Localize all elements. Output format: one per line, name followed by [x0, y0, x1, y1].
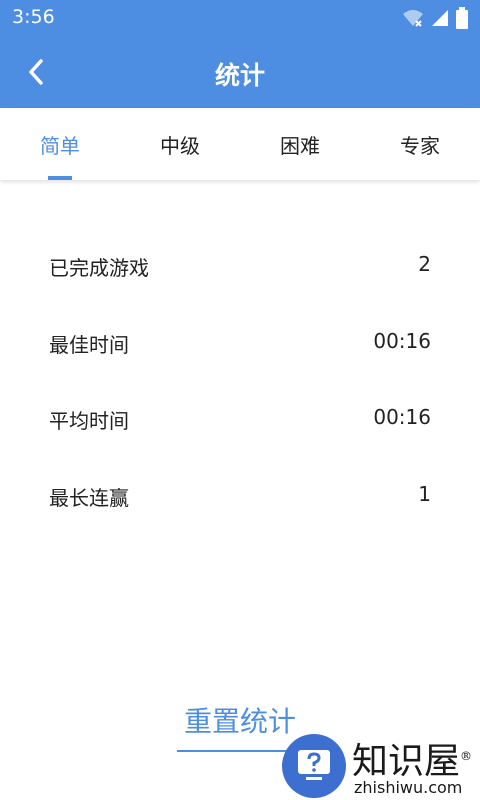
- stat-label: 最长连赢: [49, 485, 129, 510]
- watermark-logo-icon: [282, 734, 346, 798]
- stat-label: 平均时间: [49, 409, 129, 433]
- stat-label: 已完成游戏: [49, 256, 149, 280]
- watermark-site: zhishiwu.com: [354, 778, 463, 797]
- tab-label: 简单: [40, 133, 80, 158]
- stat-games-completed: 已完成游戏 2: [0, 226, 480, 303]
- tab-label: 专家: [400, 133, 440, 158]
- tab-easy[interactable]: 简单: [0, 108, 120, 180]
- tab-medium[interactable]: 中级: [120, 108, 240, 180]
- stat-value: 00:16: [373, 405, 431, 429]
- tab-label: 困难: [280, 133, 320, 158]
- stat-average-time: 平均时间 00:16: [0, 379, 480, 456]
- tab-hard[interactable]: 困难: [240, 108, 360, 180]
- tab-label: 中级: [160, 133, 200, 158]
- watermark-title: 知识屋®: [352, 741, 473, 782]
- stats-list: 已完成游戏 2 最佳时间 00:16 平均时间 00:16 最长连赢 1: [0, 226, 480, 532]
- watermark: 知识屋® zhishiwu.com: [282, 732, 480, 800]
- stat-longest-streak: 最长连赢 1: [0, 456, 480, 533]
- page-title: 统计: [214, 61, 265, 90]
- stat-value: 1: [418, 481, 431, 506]
- tab-indicator: [48, 176, 72, 180]
- tab-expert[interactable]: 专家: [360, 108, 480, 180]
- app-bar: 统计: [0, 36, 480, 108]
- status-time: 3:56: [12, 6, 55, 28]
- difficulty-tabs: 简单 中级 困难 专家: [0, 108, 480, 180]
- battery-icon: [456, 7, 468, 29]
- stat-label: 最佳时间: [49, 332, 129, 357]
- status-bar: 3:56: [0, 0, 480, 36]
- stat-value: 2: [418, 252, 431, 276]
- wifi-icon: [403, 10, 423, 27]
- signal-icon: [432, 10, 448, 26]
- status-icons: [402, 7, 468, 29]
- stat-best-time: 最佳时间 00:16: [0, 303, 480, 380]
- stat-value: 00:16: [373, 328, 431, 353]
